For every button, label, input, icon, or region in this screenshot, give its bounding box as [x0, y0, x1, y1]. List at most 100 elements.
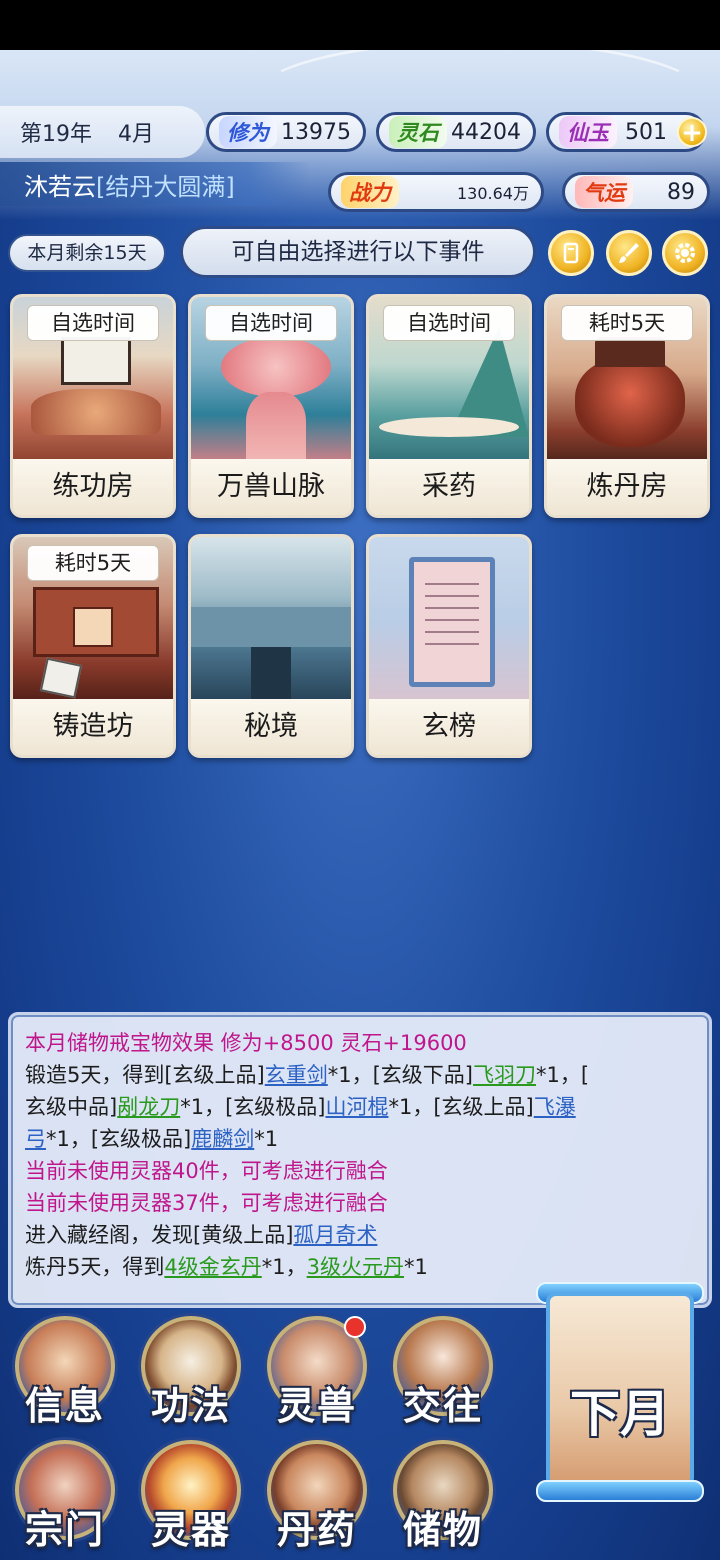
card-name: 铸造坊	[13, 699, 173, 755]
date-panel: 第19年 4月	[0, 106, 205, 158]
power-pill: 战力 130.64万	[328, 172, 544, 212]
status-bar	[0, 0, 720, 50]
menu-label: 交往	[402, 1383, 483, 1428]
artifacts-button[interactable]: 灵器	[132, 1438, 250, 1556]
event-card-secret-realm[interactable]: 秘境	[188, 534, 354, 758]
log-item-link[interactable]: 玄重剑	[265, 1063, 328, 1087]
log-text: *1，[	[536, 1063, 590, 1087]
event-log-panel: 本月储物戒宝物效果 修为+8500 灵石+19600 锻造5天，得到[玄级上品]…	[8, 1012, 712, 1308]
character-name: 沐若云	[24, 172, 96, 201]
settings-button[interactable]	[662, 230, 708, 276]
card-name: 玄榜	[369, 699, 529, 755]
log-line: 弓*1，[玄级极品]鹿麟剑*1	[25, 1123, 695, 1155]
luck-pill: 气运 89	[562, 172, 710, 212]
log-item-link[interactable]: 弓	[25, 1127, 46, 1151]
log-text: 炼丹5天，得到	[25, 1255, 165, 1279]
menu-label: 灵器	[150, 1507, 231, 1552]
card-time-tag: 耗时5天	[27, 545, 159, 581]
jade-value: 501	[625, 119, 667, 145]
card-name: 练功房	[13, 459, 173, 515]
card-name: 秘境	[191, 699, 351, 755]
cultivation-label: 修为	[219, 116, 277, 148]
days-left-badge: 本月剩余15天	[8, 234, 166, 272]
log-text: *1，[玄级极品]	[180, 1095, 326, 1119]
character-panel[interactable]: 沐若云 [结丹大圆满]	[0, 162, 310, 206]
log-item-link[interactable]: 山河棍	[325, 1095, 388, 1119]
card-time-tag: 自选时间	[27, 305, 159, 341]
menu-label: 储物	[402, 1507, 483, 1552]
log-item-link[interactable]: 3级火元丹	[307, 1255, 404, 1279]
jade-pill: 仙玉 501 +	[546, 112, 707, 152]
card-name: 万兽山脉	[191, 459, 351, 515]
menu-label: 功法	[150, 1383, 231, 1428]
log-text: 锻造5天，得到[玄级上品]	[25, 1063, 265, 1087]
social-button[interactable]: 交往	[384, 1314, 502, 1432]
brush-button[interactable]	[606, 230, 652, 276]
log-line: 当前未使用灵器37件，可考虑进行融合	[25, 1191, 388, 1215]
add-jade-button[interactable]: +	[677, 117, 707, 147]
menu-label: 宗门	[24, 1507, 105, 1552]
luck-value: 89	[667, 179, 695, 205]
brush-icon	[619, 243, 639, 263]
card-time-tag: 自选时间	[383, 305, 515, 341]
spirit-stone-value: 44204	[451, 119, 521, 145]
card-name: 采药	[369, 459, 529, 515]
cultivation-value: 13975	[281, 119, 351, 145]
log-text: *1，	[261, 1255, 307, 1279]
menu-label: 信息	[24, 1383, 105, 1428]
log-line: 玄级中品]剐龙刀*1，[玄级极品]山河棍*1，[玄级上品]飞瀑	[25, 1091, 695, 1123]
game-screen: 第19年 4月 修为 13975 灵石 44204 仙玉 501 + 沐若云 […	[0, 50, 720, 1560]
power-label: 战力	[341, 176, 399, 208]
card-time-tag: 耗时5天	[561, 305, 693, 341]
log-item-link[interactable]: 飞瀑	[534, 1095, 576, 1119]
event-card-alchemy-room[interactable]: 耗时5天 炼丹房	[544, 294, 710, 518]
spirit-beasts-button[interactable]: 灵兽	[258, 1314, 376, 1432]
log-line: 本月储物戒宝物效果 修为+8500 灵石+19600	[25, 1031, 467, 1055]
menu-label: 丹药	[276, 1507, 357, 1552]
event-card-training-room[interactable]: 自选时间 练功房	[10, 294, 176, 518]
log-text: *1，[玄级下品]	[327, 1063, 473, 1087]
log-line: 进入藏经阁，发现[黄级上品]孤月奇术	[25, 1219, 695, 1251]
log-item-link[interactable]: 剐龙刀	[117, 1095, 180, 1119]
next-month-button[interactable]: 下月	[530, 1274, 710, 1506]
cultivation-pill: 修为 13975	[206, 112, 366, 152]
log-text: 进入藏经阁，发现[黄级上品]	[25, 1223, 294, 1247]
gear-icon	[675, 243, 695, 263]
secret-realm-art	[191, 537, 351, 705]
log-text: *1	[404, 1255, 428, 1279]
log-item-link[interactable]: 鹿麟剑	[191, 1127, 254, 1151]
year-label: 第19年	[20, 122, 92, 147]
sect-button[interactable]: 宗门	[6, 1438, 124, 1556]
pills-button[interactable]: 丹药	[258, 1438, 376, 1556]
scroll-log-button[interactable]	[548, 230, 594, 276]
jade-label: 仙玉	[559, 116, 617, 148]
log-text: 玄级中品]	[25, 1095, 118, 1119]
power-value: 130.64万	[457, 184, 529, 203]
card-name: 炼丹房	[547, 459, 707, 515]
event-tip-banner: 可自由选择进行以下事件	[180, 226, 536, 278]
info-button[interactable]: 信息	[6, 1314, 124, 1432]
ranking-art	[369, 537, 529, 705]
notification-dot	[344, 1316, 366, 1338]
skills-button[interactable]: 功法	[132, 1314, 250, 1432]
log-text: *1	[254, 1127, 279, 1151]
spirit-stone-pill: 灵石 44204	[376, 112, 536, 152]
log-text: *1，[玄级极品]	[46, 1127, 192, 1151]
spirit-stone-label: 灵石	[389, 116, 447, 148]
log-item-link[interactable]: 飞羽刀	[473, 1063, 536, 1087]
event-card-ranking[interactable]: 玄榜	[366, 534, 532, 758]
log-text: *1，[玄级上品]	[388, 1095, 534, 1119]
luck-label: 气运	[575, 176, 633, 208]
storage-button[interactable]: 储物	[384, 1438, 502, 1556]
event-card-gather-herbs[interactable]: 自选时间 采药	[366, 294, 532, 518]
event-card-beast-mountains[interactable]: 自选时间 万兽山脉	[188, 294, 354, 518]
log-item-link[interactable]: 4级金玄丹	[164, 1255, 261, 1279]
scroll-bottom-cap	[536, 1480, 704, 1502]
log-line: 当前未使用灵器40件，可考虑进行融合	[25, 1159, 388, 1183]
card-time-tag: 自选时间	[205, 305, 337, 341]
next-month-label: 下月	[570, 1384, 670, 1443]
event-card-forge[interactable]: 耗时5天 铸造坊	[10, 534, 176, 758]
log-item-link[interactable]: 孤月奇术	[293, 1223, 377, 1247]
scroll-icon	[563, 242, 579, 264]
month-label: 4月	[118, 122, 154, 147]
